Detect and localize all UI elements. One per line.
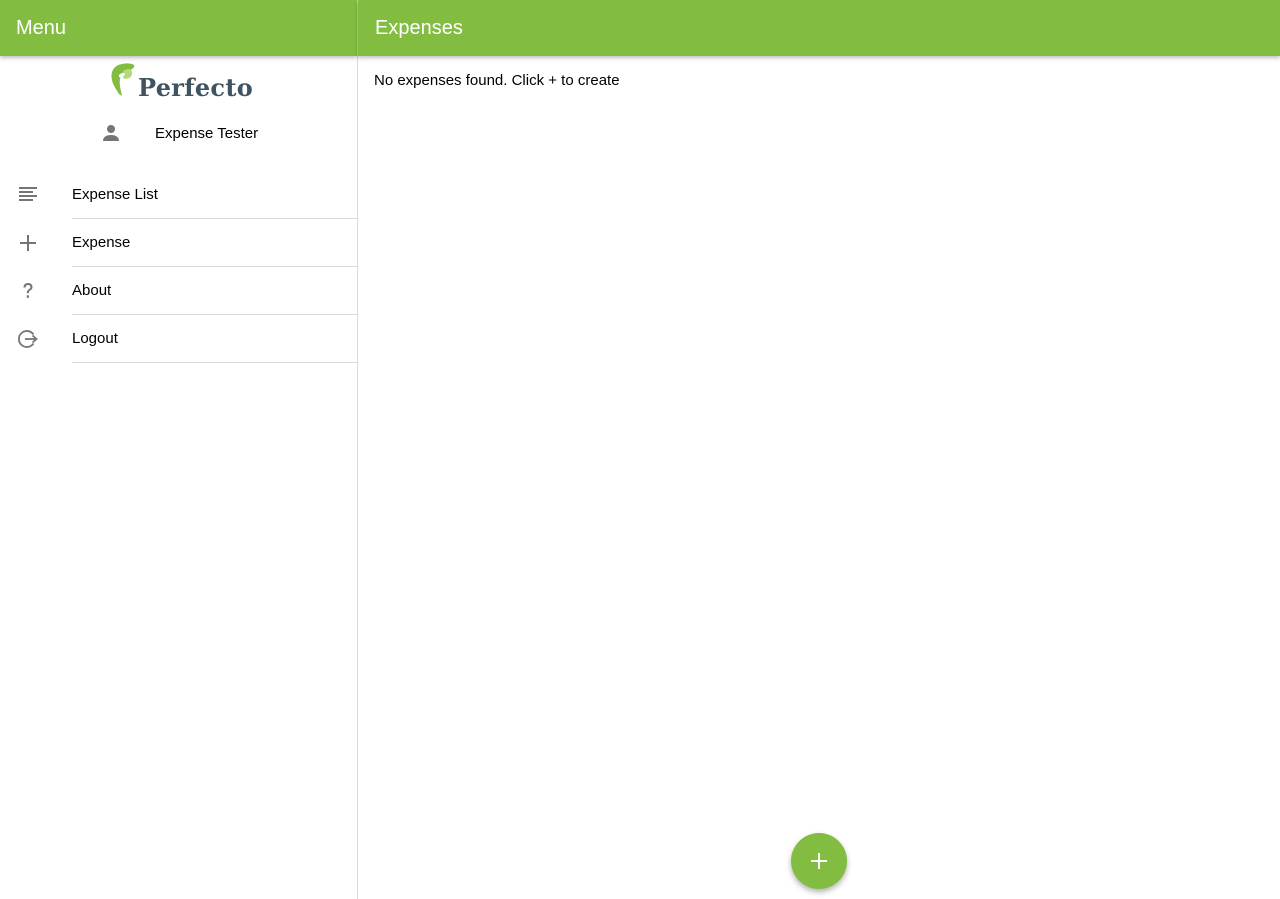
sidebar: Menu Perfecto Expense Tester Expense Lis… bbox=[0, 0, 358, 899]
app-root: Menu Perfecto Expense Tester Expense Lis… bbox=[0, 0, 1280, 899]
sidebar-nav: Expense List Expense About Logout bbox=[0, 171, 357, 363]
person-icon bbox=[103, 125, 119, 141]
logout-icon bbox=[17, 330, 38, 348]
page-title: Expenses bbox=[375, 17, 463, 39]
logo-text: Perfecto bbox=[138, 73, 254, 102]
add-expense-button[interactable] bbox=[791, 833, 847, 889]
sidebar-item-about[interactable]: About bbox=[0, 267, 357, 315]
main-content: Expenses No expenses found. Click + to c… bbox=[358, 0, 1280, 899]
perfecto-leaf-icon bbox=[111, 63, 135, 96]
sidebar-header: Menu bbox=[0, 0, 357, 56]
user-profile: Expense Tester bbox=[0, 118, 357, 150]
sidebar-item-label: Expense bbox=[72, 234, 131, 251]
help-icon bbox=[23, 283, 33, 298]
sidebar-item-logout[interactable]: Logout bbox=[0, 315, 357, 363]
divider bbox=[72, 362, 357, 363]
sidebar-item-label: About bbox=[72, 282, 112, 299]
user-name: Expense Tester bbox=[155, 125, 259, 142]
perfecto-logo: Perfecto bbox=[110, 63, 260, 107]
add-icon bbox=[811, 853, 827, 869]
sidebar-item-label: Expense List bbox=[72, 186, 158, 203]
sidebar-title: Menu bbox=[16, 17, 67, 39]
sidebar-item-label: Logout bbox=[72, 330, 118, 347]
sidebar-item-expense-list[interactable]: Expense List bbox=[0, 171, 357, 219]
plus-icon bbox=[20, 235, 36, 251]
main-header: Expenses bbox=[358, 0, 1280, 56]
sidebar-item-expense[interactable]: Expense bbox=[0, 219, 357, 267]
list-icon bbox=[19, 187, 37, 201]
empty-state-message: No expenses found. Click + to create bbox=[374, 72, 620, 89]
